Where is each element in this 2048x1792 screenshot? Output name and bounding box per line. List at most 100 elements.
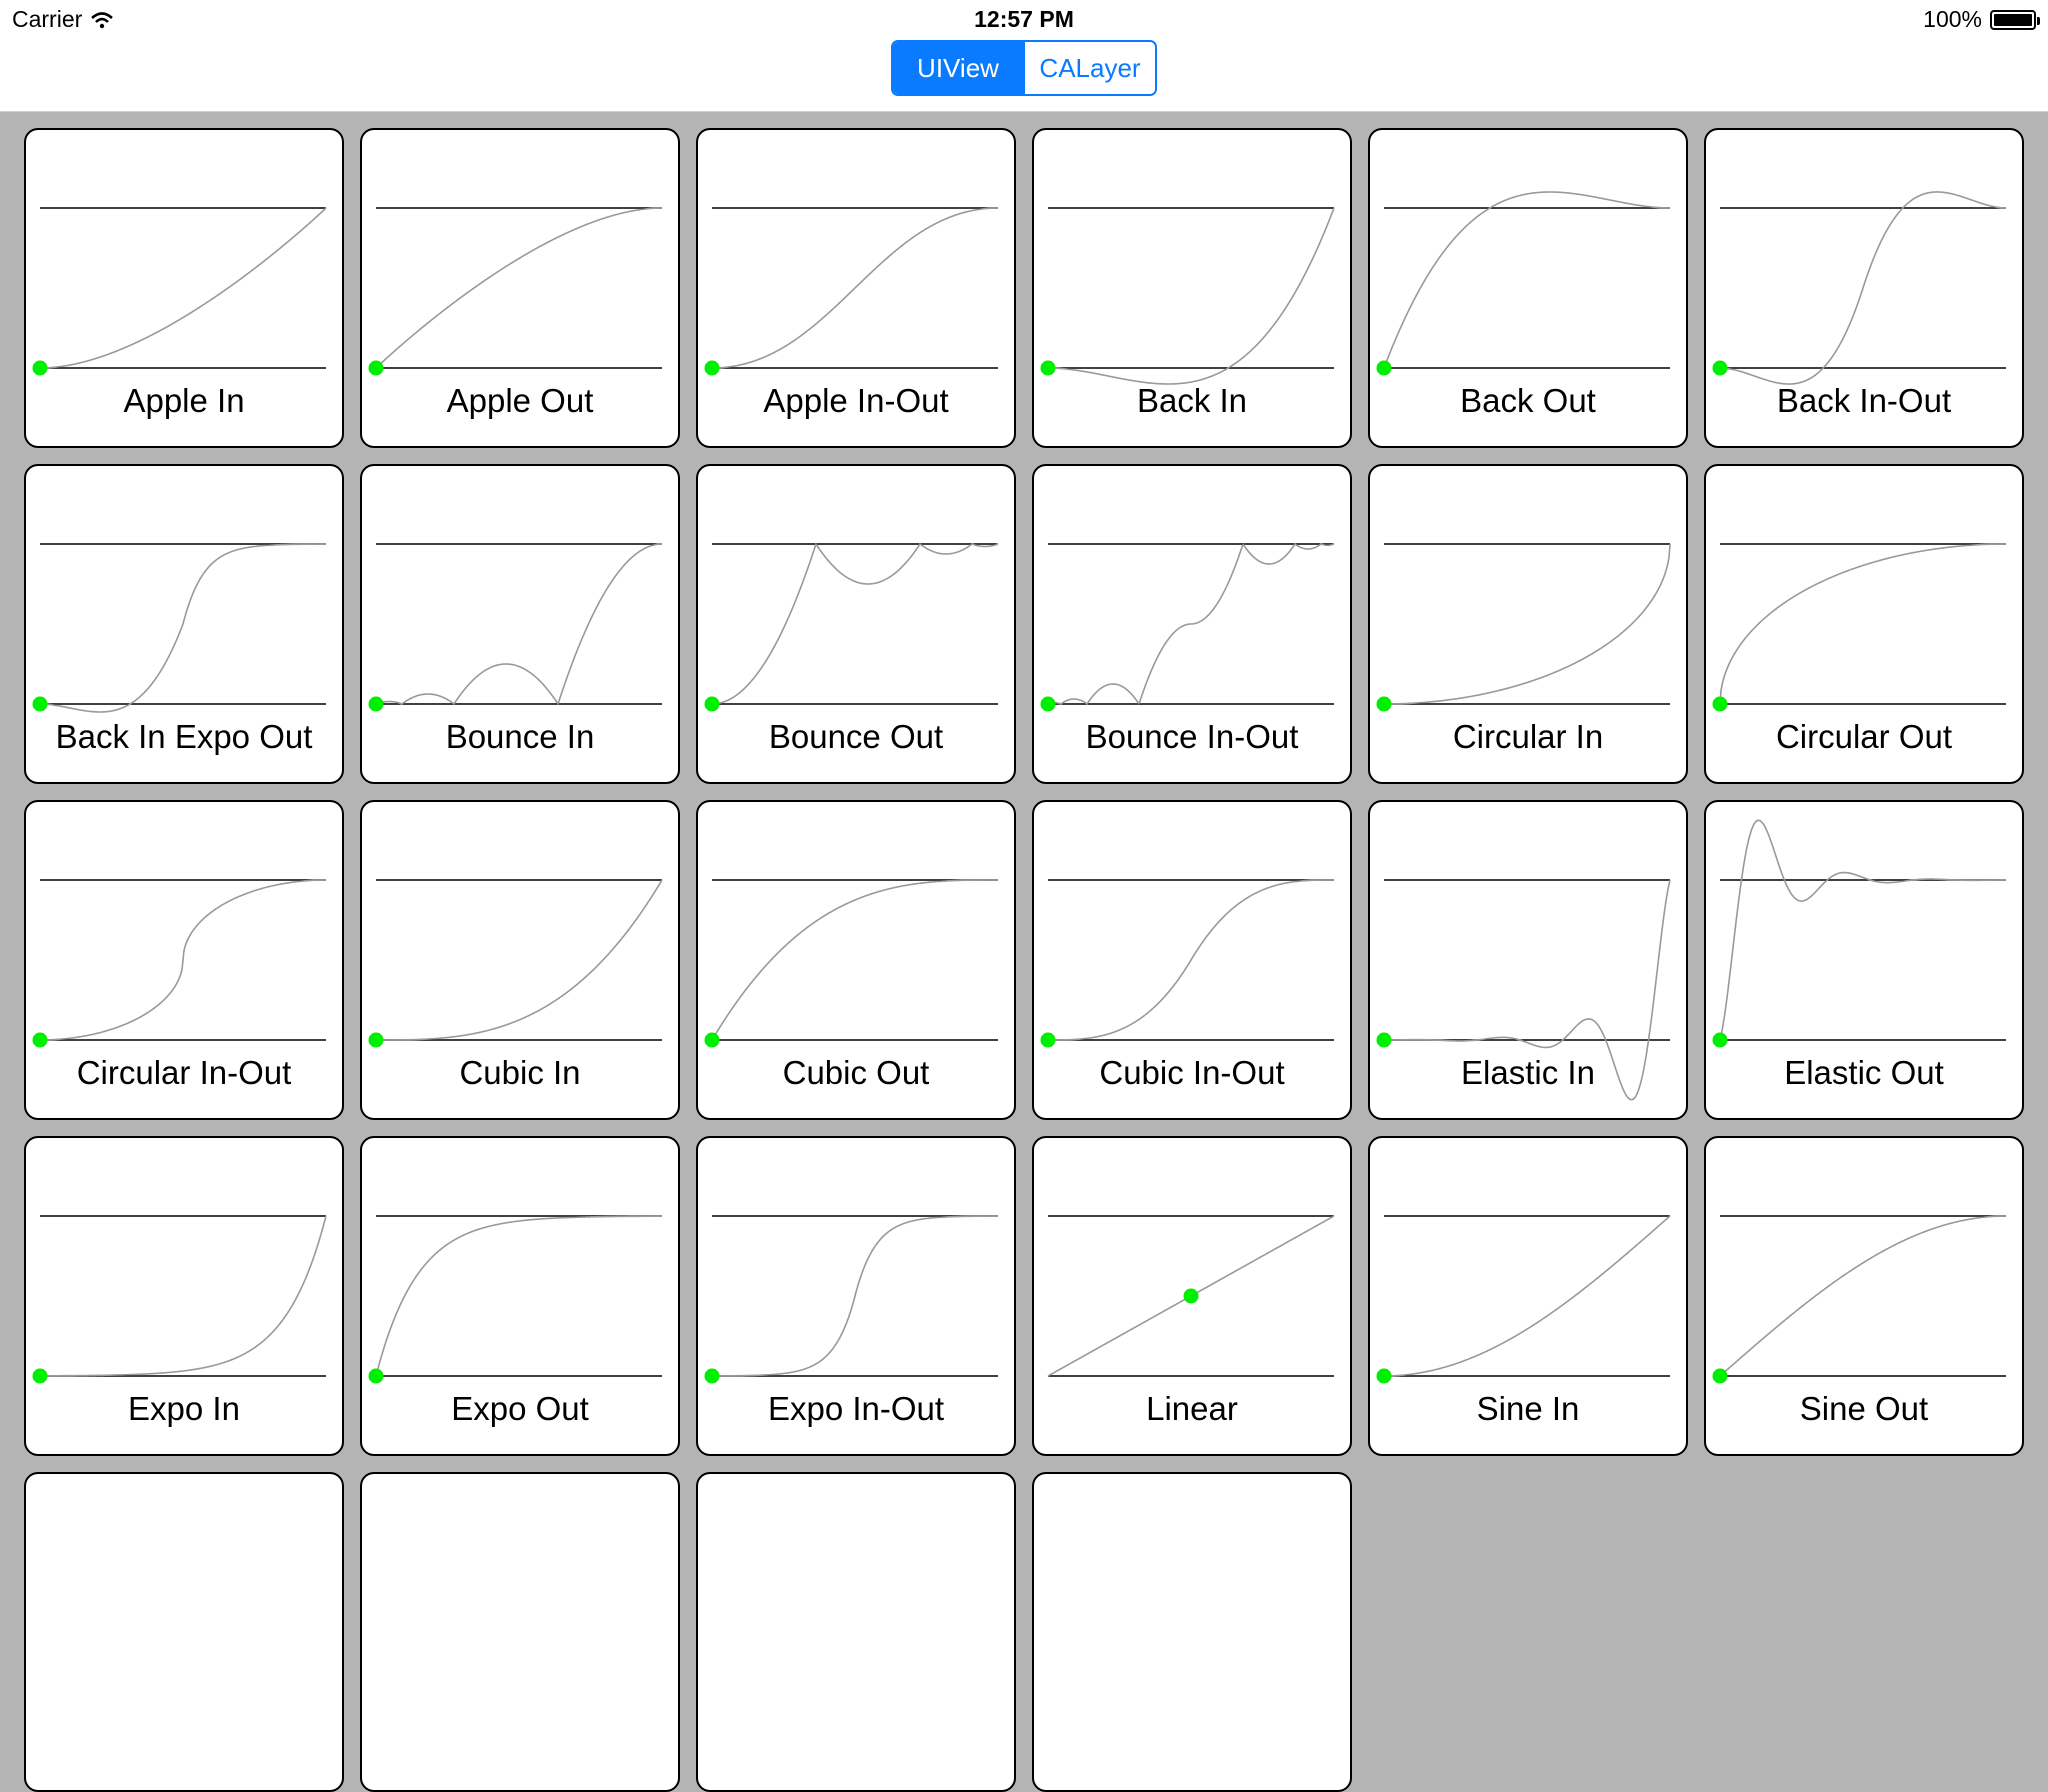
easing-curve	[711, 542, 999, 705]
progress-dot	[704, 696, 720, 712]
easing-tile[interactable]: Expo In-Out	[696, 1136, 1016, 1456]
easing-tile[interactable]	[360, 1472, 680, 1792]
easing-tile[interactable]: Cubic In	[360, 800, 680, 1120]
easing-tile[interactable]	[696, 1472, 1016, 1792]
progress-dot	[1376, 360, 1392, 376]
easing-curve	[375, 207, 662, 369]
progress-dot	[704, 1032, 720, 1048]
progress-dot	[368, 360, 384, 376]
easing-label: Elastic Out	[1784, 1054, 1944, 1091]
easing-label: Back In-Out	[1776, 382, 1952, 419]
easing-curve	[1719, 819, 2007, 1041]
progress-dot	[368, 1368, 384, 1384]
easing-curve	[711, 879, 998, 1041]
easing-curve	[1719, 191, 2007, 385]
easing-curve	[40, 879, 326, 1041]
progress-dot	[32, 360, 48, 376]
progress-dot	[368, 696, 384, 712]
easing-tile[interactable]: Back In	[1032, 128, 1352, 448]
easing-tile[interactable]: Expo In	[24, 1136, 344, 1456]
easing-tile[interactable]	[1032, 1472, 1352, 1792]
progress-dot	[368, 1032, 384, 1048]
segment-uiview[interactable]: UIView	[893, 42, 1023, 94]
battery-icon	[1990, 9, 2040, 30]
easing-tile[interactable]: Apple In-Out	[696, 128, 1016, 448]
easing-curve	[1719, 543, 2006, 705]
easing-curve	[1384, 1215, 1671, 1377]
easing-tile[interactable]: Bounce Out	[696, 464, 1016, 784]
easing-tile[interactable]: Back In Expo Out	[24, 464, 344, 784]
easing-tile[interactable]: Elastic Out	[1704, 800, 2024, 1120]
progress-dot	[1712, 696, 1728, 712]
progress-dot	[1040, 696, 1056, 712]
progress-dot	[704, 360, 720, 376]
easing-tile[interactable]: Circular In	[1368, 464, 1688, 784]
easing-label: Expo In	[128, 1390, 240, 1427]
easing-tile[interactable]: Linear	[1032, 1136, 1352, 1456]
easing-label: Cubic Out	[782, 1054, 930, 1091]
progress-dot	[1376, 1368, 1392, 1384]
easing-curve	[1384, 543, 1671, 705]
easing-curve	[712, 207, 998, 369]
easing-tile[interactable]: Sine In	[1368, 1136, 1688, 1456]
easing-label: Apple In-Out	[763, 382, 949, 419]
easing-label: Apple Out	[446, 382, 594, 419]
easing-curve	[375, 543, 663, 706]
easing-curve	[376, 879, 663, 1041]
status-time: 12:57 PM	[974, 6, 1074, 32]
progress-dot	[704, 1368, 720, 1384]
progress-dot	[32, 1032, 48, 1048]
easing-tile[interactable]: Cubic Out	[696, 800, 1016, 1120]
easing-tile[interactable]: Bounce In-Out	[1032, 464, 1352, 784]
easing-label: Sine In	[1476, 1390, 1580, 1427]
easing-tile[interactable]: Expo Out	[360, 1136, 680, 1456]
easing-tile[interactable]: Bounce In	[360, 464, 680, 784]
easing-curve	[1719, 1215, 2006, 1377]
progress-dot	[32, 696, 48, 712]
easing-label: Circular In	[1452, 718, 1604, 755]
segment-calayer[interactable]: CALayer	[1023, 42, 1155, 94]
easing-tile[interactable]: Sine Out	[1704, 1136, 2024, 1456]
easing-label: Circular In-Out	[76, 1054, 292, 1091]
easing-tile[interactable]: Apple Out	[360, 128, 680, 448]
status-battery: 100%	[1923, 6, 2040, 33]
easing-tile[interactable]	[24, 1472, 344, 1792]
easing-tile[interactable]: Back Out	[1368, 128, 1688, 448]
easing-label: Back Out	[1460, 382, 1596, 419]
layer-segmented-control[interactable]: UIView CALayer	[891, 40, 1157, 96]
easing-label: Elastic In	[1461, 1054, 1595, 1091]
easing-tile[interactable]: Back In-Out	[1704, 128, 2024, 448]
easing-tile[interactable]: Elastic In	[1368, 800, 1688, 1120]
easing-label: Cubic In	[459, 1054, 581, 1091]
easing-tile[interactable]: Circular Out	[1704, 464, 2024, 784]
easing-curve	[39, 543, 326, 713]
easing-label: Sine Out	[1799, 1390, 1929, 1427]
easing-label: Cubic In-Out	[1099, 1054, 1285, 1091]
progress-dot	[1040, 360, 1056, 376]
easing-label: Bounce Out	[768, 718, 944, 755]
easing-curve	[375, 1215, 663, 1377]
easing-tile[interactable]: Apple In	[24, 128, 344, 448]
progress-dot	[1040, 1032, 1056, 1048]
easing-curve	[1383, 191, 1670, 369]
easing-label: Apple In	[123, 382, 245, 419]
easing-curve	[40, 207, 327, 369]
easing-curve	[1048, 207, 1335, 385]
easing-tile[interactable]: Circular In-Out	[24, 800, 344, 1120]
easing-label: Back In Expo Out	[55, 718, 313, 755]
progress-dot	[1712, 360, 1728, 376]
progress-dot	[1183, 1288, 1199, 1304]
battery-percent: 100%	[1923, 6, 1982, 32]
progress-dot	[1712, 1368, 1728, 1384]
progress-dot	[32, 1368, 48, 1384]
easing-label: Linear	[1146, 1390, 1238, 1427]
easing-tile[interactable]: Cubic In-Out	[1032, 800, 1352, 1120]
easing-label: Expo In-Out	[767, 1390, 945, 1427]
easing-curve	[711, 1215, 999, 1377]
easing-label: Bounce In-Out	[1085, 718, 1299, 755]
easing-label: Expo Out	[451, 1390, 589, 1427]
easing-curve	[1048, 879, 1334, 1041]
easing-curve	[39, 1215, 327, 1377]
top-bar: Carrier 12:57 PM 100% UIView CALayer	[0, 0, 2048, 112]
progress-dot	[1376, 1032, 1392, 1048]
